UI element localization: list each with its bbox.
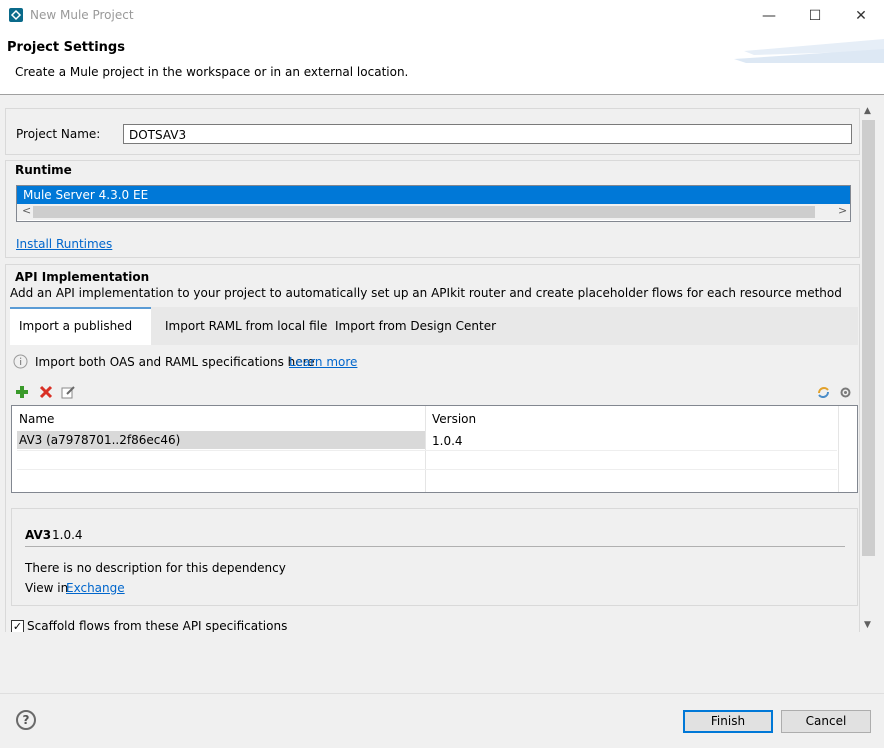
scroll-thumb[interactable] [33, 206, 815, 218]
tab-import-published-api[interactable]: Import a published API [10, 307, 151, 367]
info-icon [13, 354, 28, 369]
wizard-header: Project Settings Create a Mule project i… [0, 31, 884, 95]
finish-button[interactable]: Finish [683, 710, 773, 733]
page-title: Project Settings [7, 40, 125, 55]
runtime-list[interactable]: Mule Server 4.3.0 EE < > [16, 185, 851, 222]
column-header-version[interactable]: Version [432, 412, 476, 426]
settings-icon[interactable] [838, 385, 853, 400]
info-text: Import both OAS and RAML specifications … [35, 355, 315, 369]
add-icon[interactable] [15, 385, 29, 399]
api-table: Name Version AV3 (a7978701..2f86ec46) 1.… [11, 405, 858, 493]
api-tab-bar: Import a published API Import RAML from … [10, 307, 858, 367]
footer-divider [0, 693, 884, 694]
minimize-button[interactable]: — [746, 0, 792, 31]
api-heading: API Implementation [15, 270, 150, 284]
content-vscrollbar[interactable]: ▲ ▼ [860, 106, 877, 632]
window-title: New Mule Project [30, 8, 134, 22]
page-description: Create a Mule project in the workspace o… [15, 65, 409, 79]
row-divider [17, 450, 837, 451]
tab-content: Import both OAS and RAML specifications … [10, 345, 858, 632]
column-header-name[interactable]: Name [19, 412, 54, 426]
maximize-button[interactable]: ☐ [792, 0, 838, 31]
close-button[interactable]: ✕ [838, 0, 884, 31]
project-name-label: Project Name: [16, 127, 101, 141]
scroll-down-icon[interactable]: ▼ [864, 620, 871, 630]
title-bar: New Mule Project — ☐ ✕ [0, 0, 884, 31]
runtime-heading: Runtime [15, 163, 72, 177]
table-header: Name Version [12, 406, 857, 492]
detail-description: There is no description for this depende… [25, 561, 286, 575]
cancel-button[interactable]: Cancel [781, 710, 871, 733]
dependency-detail-panel: AV3 1.0.4 There is no description for th… [11, 508, 858, 606]
runtime-hscrollbar[interactable]: < > [17, 204, 850, 220]
scaffold-checkbox[interactable]: ✓ [11, 620, 24, 632]
row-name-cell: AV3 (a7978701..2f86ec46) [19, 433, 181, 447]
help-icon[interactable]: ? [16, 710, 36, 730]
scroll-up-icon[interactable]: ▲ [864, 106, 871, 116]
exchange-link[interactable]: Exchange [66, 581, 125, 595]
detail-version: 1.0.4 [52, 528, 83, 542]
refresh-icon[interactable] [816, 385, 831, 400]
project-name-group: Project Name: DOTSAV3 [5, 108, 860, 155]
mule-app-icon [9, 8, 23, 22]
tab-import-raml-local[interactable]: Import RAML from local file [156, 307, 336, 345]
minimize-icon: — [762, 7, 776, 24]
runtime-list-item[interactable]: Mule Server 4.3.0 EE [17, 186, 850, 204]
scroll-right-icon[interactable]: > [838, 204, 847, 217]
column-divider [425, 406, 426, 492]
remove-icon[interactable] [39, 385, 53, 399]
close-icon: ✕ [855, 7, 867, 24]
scroll-left-icon[interactable]: < [22, 204, 31, 217]
table-row[interactable]: AV3 (a7978701..2f86ec46) [17, 431, 425, 449]
install-runtimes-link[interactable]: Install Runtimes [16, 237, 112, 251]
detail-divider [25, 546, 845, 547]
learn-more-link[interactable]: Learn more [289, 355, 357, 369]
banner-graphic [734, 39, 884, 63]
edit-icon[interactable] [61, 385, 76, 399]
tab-import-design-center[interactable]: Import from Design Center [326, 307, 505, 345]
project-name-input[interactable]: DOTSAV3 [123, 124, 852, 144]
api-description: Add an API implementation to your projec… [10, 286, 842, 300]
row-version-cell[interactable]: 1.0.4 [432, 434, 463, 448]
column-divider [838, 406, 839, 492]
view-in-label: View in [25, 581, 69, 595]
detail-name: AV3 [25, 528, 52, 542]
maximize-icon: ☐ [808, 7, 822, 24]
scaffold-label[interactable]: Scaffold flows from these API specificat… [27, 619, 287, 632]
settings-content: Project Name: DOTSAV3 Runtime Mule Serve… [5, 106, 860, 632]
row-divider [17, 469, 837, 470]
runtime-group: Runtime Mule Server 4.3.0 EE < > Install… [5, 160, 860, 258]
api-implementation-group: API Implementation Add an API implementa… [5, 264, 860, 632]
vscroll-thumb[interactable] [862, 120, 875, 556]
